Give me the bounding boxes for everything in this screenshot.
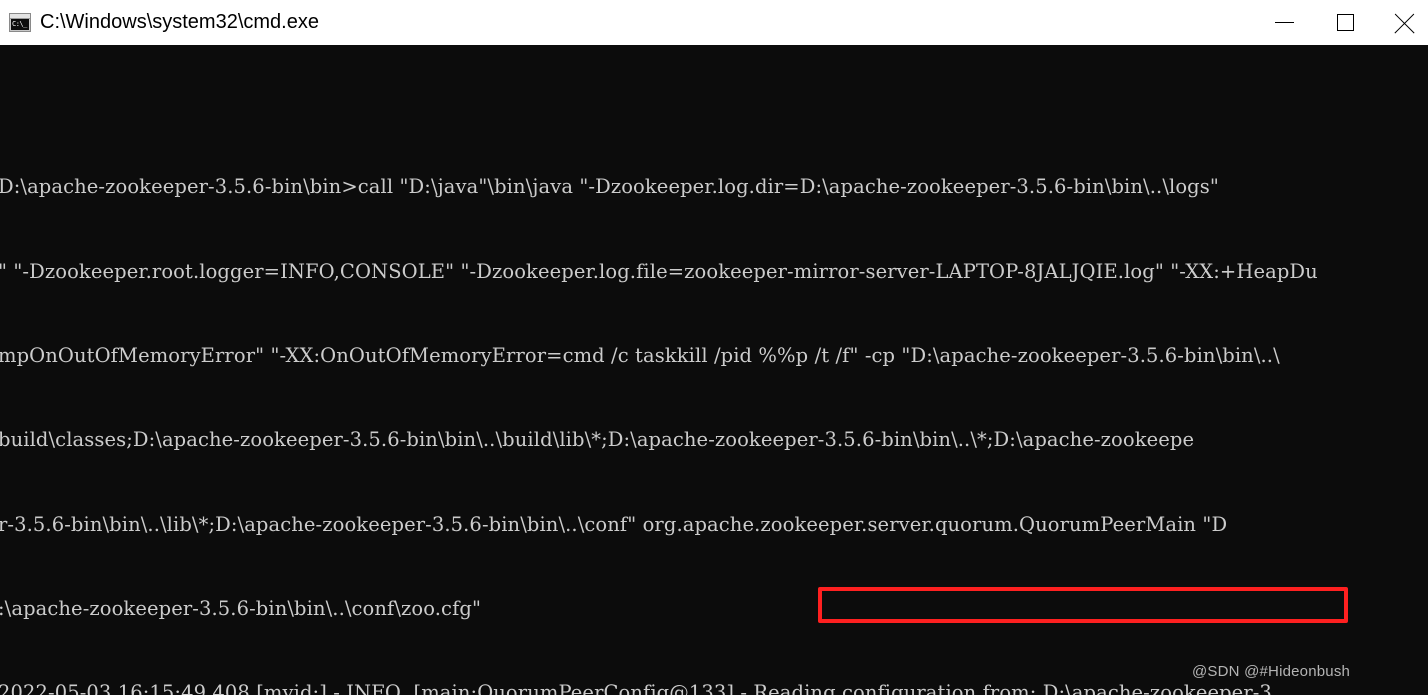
console-line: build\classes;D:\apache-zookeeper-3.5.6-…: [0, 428, 1195, 452]
window-controls: [1254, 0, 1428, 45]
console-text: D:\apache-zookeeper-3.5.6-bin\bin>call "…: [0, 45, 1428, 695]
maximize-button[interactable]: [1315, 0, 1376, 45]
cmd-prompt-icon: C:\_: [9, 13, 31, 32]
console-line: 2022-05-03 16:15:49,408 [myid:] - INFO […: [0, 681, 1279, 695]
maximize-icon: [1337, 14, 1354, 31]
close-button[interactable]: [1376, 0, 1428, 45]
console-output-area[interactable]: D:\apache-zookeeper-3.5.6-bin\bin>call "…: [0, 45, 1428, 695]
console-line: " "-Dzookeeper.root.logger=INFO,CONSOLE"…: [0, 259, 1318, 283]
title-bar-left: C:\_ C:\Windows\system32\cmd.exe: [0, 11, 1254, 34]
minimize-button[interactable]: [1254, 0, 1315, 45]
title-bar: C:\_ C:\Windows\system32\cmd.exe: [0, 0, 1428, 45]
minimize-icon: [1275, 22, 1294, 23]
cmd-icon-screen: C:\_: [11, 19, 29, 30]
window-title: C:\Windows\system32\cmd.exe: [40, 11, 319, 33]
console-top-padding: [0, 101, 1428, 117]
console-line: mpOnOutOfMemoryError" "-XX:OnOutOfMemory…: [0, 343, 1280, 367]
console-line: r-3.5.6-bin\bin\..\lib\*;D:\apache-zooke…: [0, 512, 1228, 536]
watermark-text: @SDN @#Hideonbush: [1192, 663, 1351, 680]
close-icon: [1392, 12, 1413, 33]
cmd-window: C:\_ C:\Windows\system32\cmd.exe D:\apac…: [0, 0, 1428, 695]
console-line: :\apache-zookeeper-3.5.6-bin\bin\..\conf…: [0, 596, 482, 620]
console-line: D:\apache-zookeeper-3.5.6-bin\bin>call "…: [0, 175, 1219, 199]
